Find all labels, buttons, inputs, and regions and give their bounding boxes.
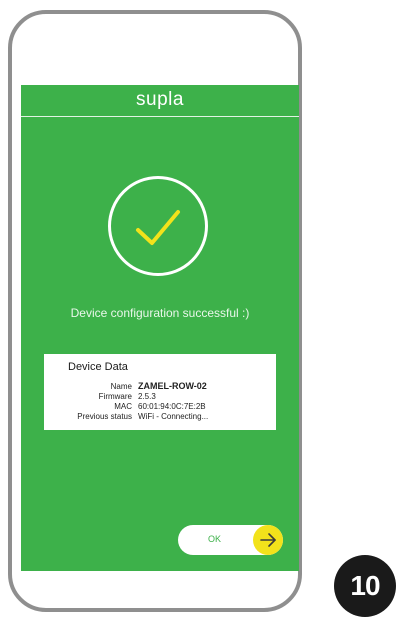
app-screen: supla Device configuration successful :)…	[21, 85, 299, 571]
device-name-value: ZAMEL-ROW-02	[138, 381, 207, 391]
app-bar: supla	[21, 85, 299, 117]
field-label: Previous status	[77, 412, 132, 421]
success-indicator	[108, 176, 208, 276]
arrow-right-icon[interactable]	[253, 525, 283, 555]
mac-value: 60:01:94:0C:7E:2B	[138, 402, 206, 411]
ok-button-label: OK	[208, 534, 222, 544]
device-data-title: Device Data	[68, 361, 128, 373]
ok-button[interactable]: OK	[178, 525, 283, 555]
field-label: MAC	[114, 402, 132, 411]
device-data-card: Device Data Name ZAMEL-ROW-02 Firmware 2…	[44, 354, 276, 430]
step-number-badge: 10	[334, 555, 396, 617]
success-message: Device configuration successful :)	[70, 306, 250, 320]
firmware-value: 2.5.3	[138, 392, 156, 401]
field-label: Firmware	[98, 392, 132, 401]
field-label: Name	[110, 382, 132, 391]
check-icon	[136, 210, 180, 245]
previous-status-value: WiFi - Connecting...	[138, 412, 209, 421]
app-title: supla	[136, 89, 184, 110]
